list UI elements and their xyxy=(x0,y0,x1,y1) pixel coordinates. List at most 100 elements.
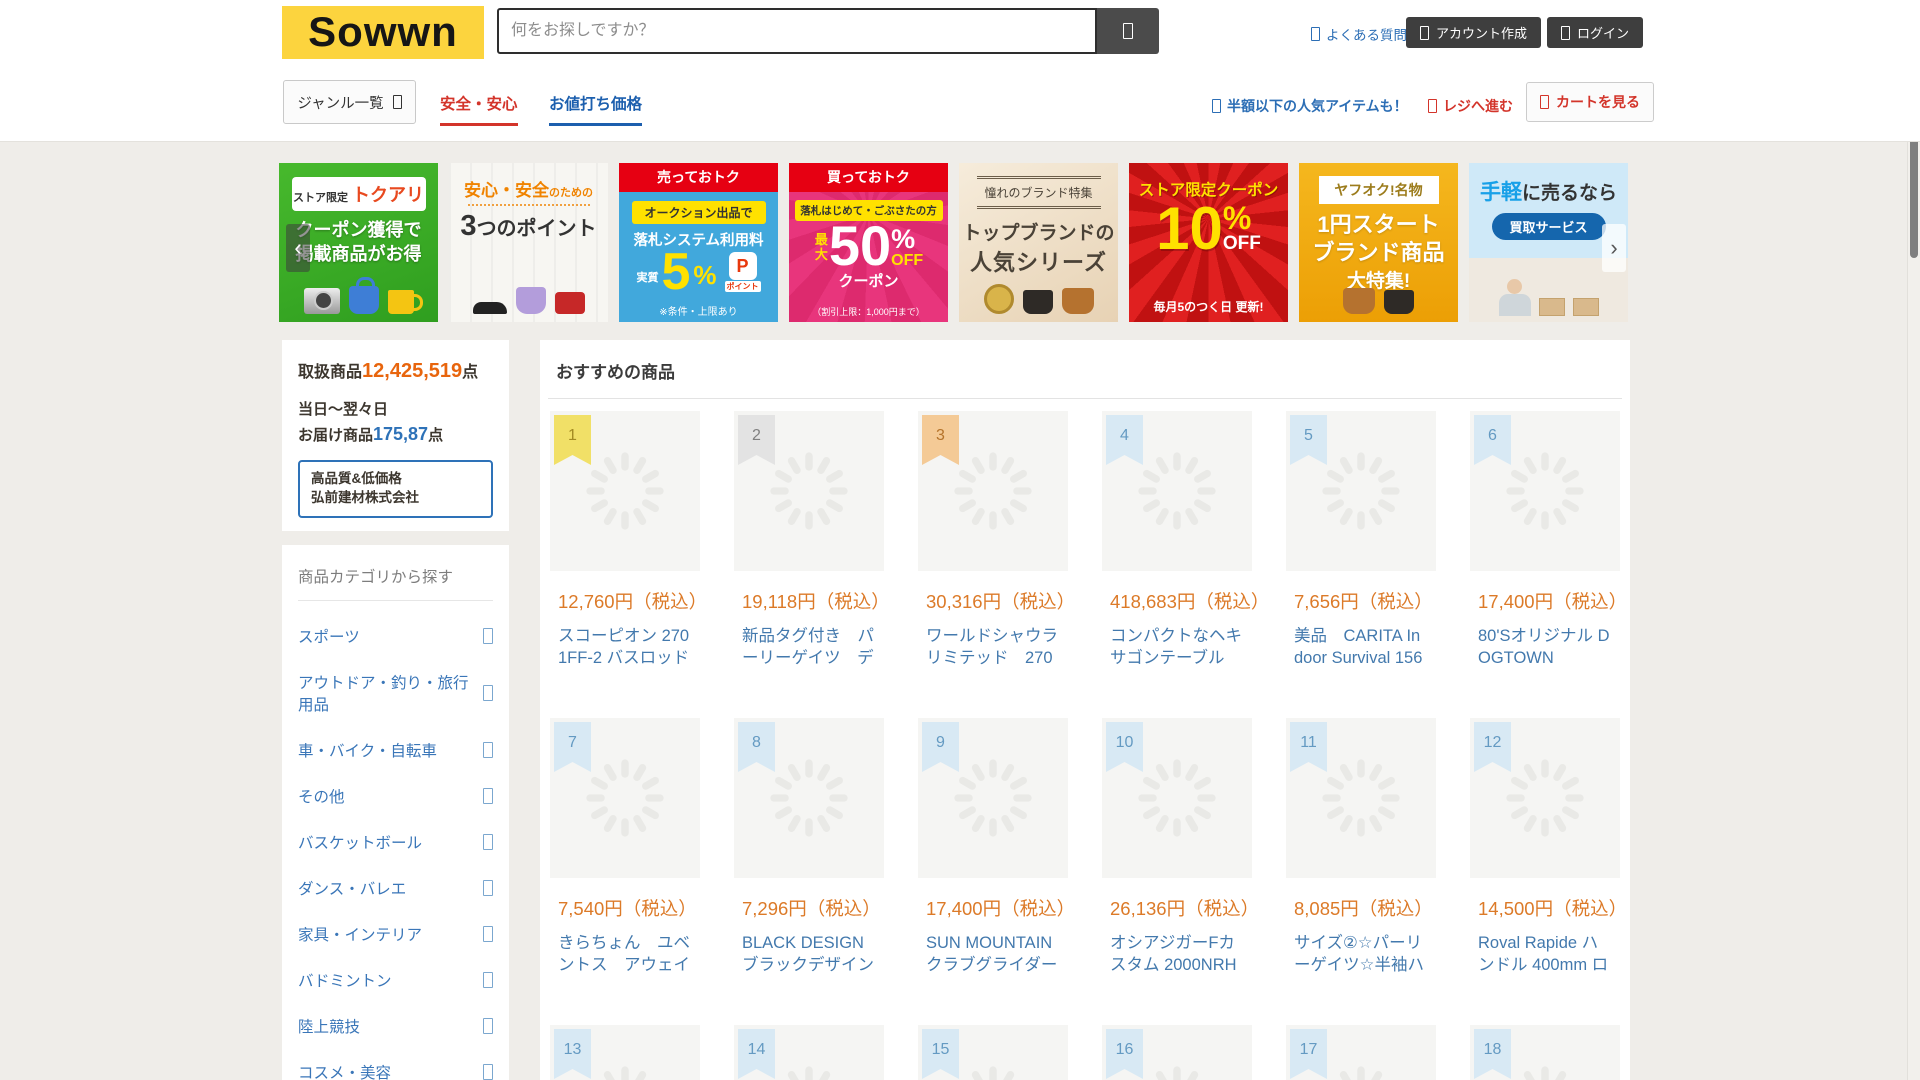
sidebar-category-item[interactable]: 陸上競技 xyxy=(298,1015,493,1037)
login-button[interactable]: ログイン xyxy=(1547,17,1644,48)
dotted-divider xyxy=(467,204,590,206)
sidebar-category-item[interactable]: その他 xyxy=(298,785,493,807)
product-title-link[interactable]: 新品タグ付き パーリーゲイツ デニム風... xyxy=(742,625,876,669)
product-title-link[interactable]: オシアジガーFカスタム 2000NRHG xyxy=(1110,932,1244,976)
banner-text: トップブランドの xyxy=(962,223,1115,244)
product-title-link[interactable]: スコーピオン 2701FF-2 バスロッド xyxy=(558,625,692,669)
product-image-placeholder: 18 xyxy=(1470,1025,1620,1080)
big-number: 5 xyxy=(661,243,691,301)
checkout-link[interactable]: レジへ進む xyxy=(1428,96,1513,116)
rank-badge: 11 xyxy=(1290,722,1327,772)
rank-badge: 3 xyxy=(922,415,959,465)
banner-text: ブランド商品 xyxy=(1312,239,1445,265)
product-title-link[interactable]: ワールドシャウラリミテッド 2701FF-3 ... xyxy=(926,625,1060,669)
product-card[interactable]: 13 xyxy=(550,1025,700,1080)
product-title-link[interactable]: BLACK DESIGN ブラックデザイン ツリ... xyxy=(742,932,876,976)
box-image xyxy=(1572,298,1599,316)
tagline-em: 安心・安全 xyxy=(464,181,549,200)
product-card[interactable]: 18 xyxy=(1470,1025,1620,1080)
product-title-link[interactable]: 80'Sオリジナル DOGTOWN xyxy=(1478,625,1612,669)
product-card[interactable]: 15 xyxy=(918,1025,1068,1080)
product-card[interactable]: 2 19,118円（税込） 新品タグ付き パーリーゲイツ デニム風... xyxy=(734,411,890,718)
store-link-box[interactable]: 高品質&低価格 弘前建材株式会社 xyxy=(298,459,493,518)
sidebar-category-item[interactable]: ダンス・バレエ xyxy=(298,877,493,899)
person-image xyxy=(1498,279,1531,316)
product-card[interactable]: 8 7,296円（税込） BLACK DESIGN ブラックデザイン ツリ... xyxy=(734,718,884,1025)
half-price-link[interactable]: 半額以下の人気アイテムも！ xyxy=(1212,96,1408,116)
product-title-link[interactable]: きらちょん ユベントス アウェイユニフ... xyxy=(558,932,692,976)
loading-spinner-icon xyxy=(1322,759,1400,837)
create-account-label: アカウント作成 xyxy=(1436,26,1528,41)
product-card[interactable]: 9 17,400円（税込） SUN MOUNTAIN クラブグライダー メリデ.… xyxy=(918,718,1075,1025)
product-card[interactable]: 12 14,500円（税込） Roval Rapide ハンドル 400mm ロ… xyxy=(1470,718,1628,1025)
create-account-button[interactable]: アカウント作成 xyxy=(1406,17,1542,48)
product-title-link[interactable]: サイズ②☆パーリーゲイツ☆半袖ハイネッ... xyxy=(1294,932,1428,976)
banner-store-coupon-10pct[interactable]: ストア限定クーポン 10 % OFF 毎月5のつく日 更新! xyxy=(1129,163,1288,322)
checkout-label: レジへ進む xyxy=(1443,98,1513,114)
bag-image xyxy=(348,277,379,314)
product-card[interactable]: 10 26,136円（税込） オシアジガーFカスタム 2000NRHG xyxy=(1102,718,1259,1025)
product-card[interactable]: 16 xyxy=(1102,1025,1252,1080)
rank-badge: 8 xyxy=(738,722,775,772)
sidebar-category-item[interactable]: スポーツ xyxy=(298,625,493,647)
chevron-right-icon xyxy=(483,926,493,942)
category-label: ダンス・バレエ xyxy=(298,881,407,898)
product-card[interactable]: 4 418,683円（税込） コンパクトなヘキサゴンテーブル ヘキ男... xyxy=(1102,411,1270,718)
product-price: 14,500円（税込） xyxy=(1478,898,1628,919)
product-card[interactable]: 3 30,316円（税込） ワールドシャウラリミテッド 2701FF-3 ... xyxy=(918,411,1075,718)
handled-count: 12,425,519 xyxy=(362,360,463,382)
faq-link[interactable]: よくある質問 xyxy=(1311,24,1407,44)
banner-label: ヤフオク!名物 xyxy=(1318,176,1439,204)
sidebar-category-item[interactable]: 家具・インテリア xyxy=(298,923,493,945)
site-logo[interactable]: Sowwn xyxy=(282,6,484,59)
view-cart-button[interactable]: カートを見る xyxy=(1526,82,1654,122)
product-card[interactable]: 17 xyxy=(1286,1025,1436,1080)
banner-text: 1円スタート xyxy=(1317,212,1440,237)
recommended-products-section: おすすめの商品 1 12,760円（税込） スコーピオン 2701FF-2 バス… xyxy=(540,340,1630,1080)
loading-spinner-icon xyxy=(787,1066,831,1080)
banner-big-number: 最大 50 % OFF xyxy=(789,218,948,274)
product-card[interactable]: 1 12,760円（税込） スコーピオン 2701FF-2 バスロッド xyxy=(550,411,707,718)
product-card[interactable]: 6 17,400円（税込） 80'Sオリジナル DOGTOWN xyxy=(1470,411,1627,718)
banner-top-brands[interactable]: 憧れのブランド特集 トップブランドの 人気シリーズ xyxy=(959,163,1118,322)
sidebar-category-item[interactable]: 車・バイク・自転車 xyxy=(298,739,493,761)
delivery-stat: 当日〜翌々日 お届け商品175,87点 xyxy=(298,399,493,447)
sidebar: 取扱商品12,425,519点 当日〜翌々日 お届け商品175,87点 高品質&… xyxy=(282,340,509,1080)
product-image-placeholder: 5 xyxy=(1286,411,1436,571)
banner-1yen-start[interactable]: ヤフオク!名物 1円スタート ブランド商品 大特集! xyxy=(1299,163,1458,322)
product-title-link[interactable]: 美品 CARITA Indoor Survival 156 スノー... xyxy=(1294,625,1428,669)
search-input[interactable] xyxy=(497,8,1097,54)
paypay-p: P xyxy=(728,251,757,280)
tag-icon xyxy=(1212,99,1221,113)
rank-badge: 12 xyxy=(1474,722,1511,772)
product-title-link[interactable]: コンパクトなヘキサゴンテーブル ヘキ男... xyxy=(1110,625,1244,669)
product-card[interactable]: 11 8,085円（税込） サイズ②☆パーリーゲイツ☆半袖ハイネッ... xyxy=(1286,718,1436,1025)
carousel-next-button[interactable]: › xyxy=(1602,224,1626,272)
product-price: 418,683円（税込） xyxy=(1110,591,1270,612)
percent-sign: % xyxy=(1222,200,1252,236)
delivery-count: 175,87 xyxy=(373,423,429,444)
rank-badge: 5 xyxy=(1290,415,1327,465)
delivery-unit: 点 xyxy=(428,426,444,444)
banner-three-points[interactable]: 安心・安全のための 3つのポイント xyxy=(449,163,608,322)
register-icon xyxy=(1428,99,1437,113)
carousel-prev-button[interactable]: ‹ xyxy=(286,224,310,272)
product-card[interactable]: 7 7,540円（税込） きらちょん ユベントス アウェイユニフ... xyxy=(550,718,700,1025)
banner-buy-50pct-coupon[interactable]: 買っておトク 落札はじめて・ごぶさたの方 最大 50 % OFF クーポン （割… xyxy=(789,163,948,322)
half-price-label: 半額以下の人気アイテムも！ xyxy=(1227,98,1408,114)
product-image-placeholder: 16 xyxy=(1102,1025,1252,1080)
search-button[interactable] xyxy=(1097,8,1159,54)
product-card[interactable]: 5 7,656円（税込） 美品 CARITA Indoor Survival 1… xyxy=(1286,411,1436,718)
sidebar-category-item[interactable]: バドミントン xyxy=(298,969,493,991)
tab-safety[interactable]: 安全・安心 xyxy=(440,92,518,126)
genre-menu-button[interactable]: ジャンル一覧 xyxy=(283,80,416,124)
sidebar-category-item[interactable]: コスメ・美容 xyxy=(298,1061,493,1080)
product-title-link[interactable]: Roval Rapide ハンドル 400mm ロバール ラ... xyxy=(1478,932,1612,976)
tab-bargain[interactable]: お値打ち価格 xyxy=(549,92,643,126)
product-card[interactable]: 14 xyxy=(734,1025,884,1080)
product-title-link[interactable]: SUN MOUNTAIN クラブグライダー メリデ... xyxy=(926,932,1060,976)
sidebar-category-item[interactable]: アウトドア・釣り・旅行用品 xyxy=(298,671,493,715)
banner-sell-fee-5pct[interactable]: 売っておトク オークション出品で 落札システム利用料 実質 5 % P ポイント… xyxy=(619,163,778,322)
sidebar-category-item[interactable]: バスケットボール xyxy=(298,831,493,853)
store-tagline: 高品質&低価格 xyxy=(311,470,402,486)
